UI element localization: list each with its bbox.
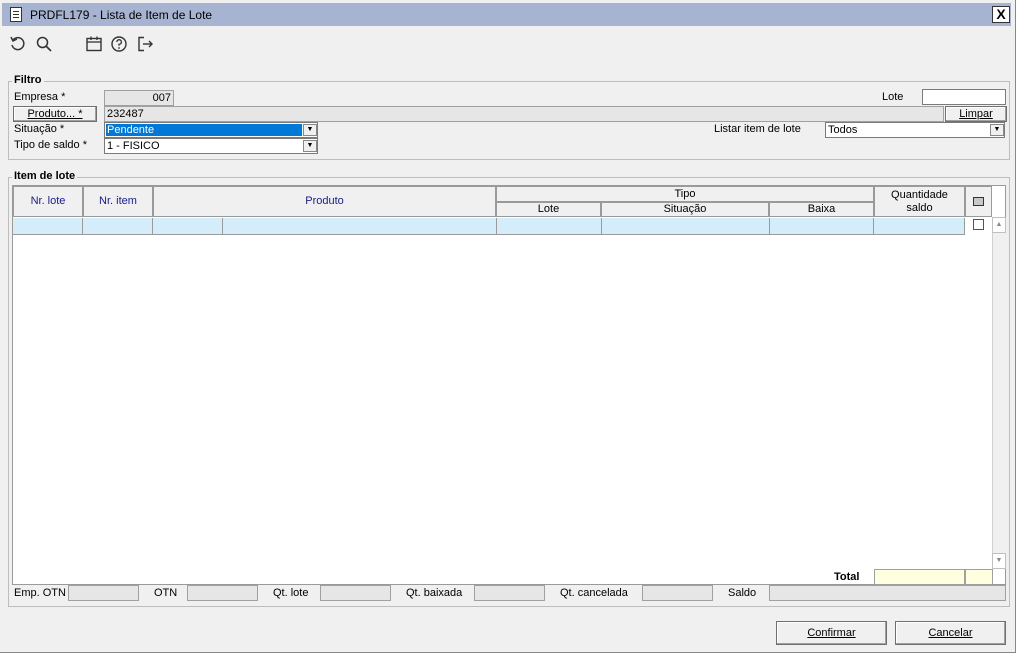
filtro-title: Filtro xyxy=(12,74,44,86)
col-produto[interactable]: Produto xyxy=(153,186,496,217)
col-nr-lote[interactable]: Nr. lote xyxy=(13,186,83,217)
search-icon[interactable] xyxy=(35,35,53,53)
cancelar-button[interactable]: Cancelar xyxy=(895,621,1006,645)
col-tipo: Tipo xyxy=(496,186,874,202)
empresa-label: Empresa * xyxy=(14,91,66,103)
items-table[interactable] xyxy=(12,185,1006,585)
listar-label: Listar item de lote xyxy=(714,123,801,135)
confirmar-label: Confirmar xyxy=(807,627,856,639)
col-nr-item[interactable]: Nr. item xyxy=(83,186,153,217)
col-baixa[interactable]: Baixa xyxy=(769,202,874,217)
lote-input[interactable] xyxy=(922,89,1006,105)
col-quantidade-saldo[interactable]: Quantidade saldo xyxy=(874,186,965,217)
lote-label: Lote xyxy=(882,91,904,103)
listar-value: Todos xyxy=(828,124,858,136)
qt-baixada-label: Qt. baixada xyxy=(406,587,463,599)
row-cell-lote[interactable] xyxy=(497,218,602,235)
row-cell-nr-item[interactable] xyxy=(83,218,153,235)
col-quantidade-line1: Quantidade xyxy=(891,189,948,201)
itens-title: Item de lote xyxy=(12,170,78,182)
row-cell-quantidade[interactable] xyxy=(874,218,965,235)
row-cell-baixa[interactable] xyxy=(770,218,874,235)
vertical-scrollbar[interactable] xyxy=(992,217,1006,569)
qt-cancelada-label: Qt. cancelada xyxy=(560,587,628,599)
select-all-header[interactable] xyxy=(965,186,992,217)
limpar-button-label: Limpar xyxy=(959,108,993,120)
exit-icon[interactable] xyxy=(136,35,154,53)
document-icon xyxy=(10,7,22,22)
row-cell-nr-lote[interactable] xyxy=(13,218,83,235)
row-checkbox[interactable] xyxy=(973,219,984,230)
cancelar-label: Cancelar xyxy=(928,627,973,639)
otn-label: OTN xyxy=(154,587,178,599)
emp-otn-field[interactable] xyxy=(68,585,139,601)
situacao-value: Pendente xyxy=(106,124,302,136)
limpar-button[interactable]: Limpar xyxy=(945,106,1007,122)
situacao-label: Situação * xyxy=(14,123,65,135)
produto-button[interactable]: Produto... * xyxy=(13,106,97,122)
total-label: Total xyxy=(834,571,860,583)
help-icon[interactable] xyxy=(110,35,128,53)
produto-button-label: Produto... * xyxy=(27,108,83,120)
scroll-down-icon[interactable]: ▼ xyxy=(992,553,1006,569)
tipo-saldo-value: 1 - FISICO xyxy=(107,140,160,152)
tipo-saldo-label: Tipo de saldo * xyxy=(14,139,87,151)
empresa-field[interactable]: 007 xyxy=(104,90,174,106)
qt-baixada-field[interactable] xyxy=(474,585,545,601)
row-cell-produto-desc[interactable] xyxy=(223,218,497,235)
qt-lote-label: Qt. lote xyxy=(273,587,309,599)
calendar-icon[interactable] xyxy=(85,35,103,53)
chevron-down-icon[interactable]: ▼ xyxy=(990,124,1004,136)
saldo-label: Saldo xyxy=(728,587,757,599)
row-cell-situacao[interactable] xyxy=(602,218,770,235)
select-all-icon[interactable] xyxy=(973,197,984,206)
refresh-icon[interactable] xyxy=(9,35,27,53)
chevron-down-icon[interactable]: ▼ xyxy=(303,140,317,152)
col-situacao[interactable]: Situação xyxy=(601,202,769,217)
emp-otn-label: Emp. OTN xyxy=(14,587,66,599)
col-lote[interactable]: Lote xyxy=(496,202,601,217)
qt-lote-field[interactable] xyxy=(320,585,391,601)
window-title: PRDFL179 - Lista de Item de Lote xyxy=(30,8,213,22)
col-quantidade-line2: saldo xyxy=(906,202,933,214)
tipo-saldo-select[interactable]: 1 - FISICO ▼ xyxy=(104,138,318,154)
chevron-down-icon[interactable]: ▼ xyxy=(303,124,317,136)
total-field xyxy=(874,569,965,585)
qt-cancelada-field[interactable] xyxy=(642,585,713,601)
situacao-select[interactable]: Pendente ▼ xyxy=(104,122,318,138)
total-extra-field xyxy=(965,569,993,585)
row-cell-produto-code[interactable] xyxy=(153,218,223,235)
saldo-field[interactable] xyxy=(769,585,1006,601)
otn-field[interactable] xyxy=(187,585,258,601)
listar-select[interactable]: Todos ▼ xyxy=(825,122,1005,138)
close-button[interactable]: X xyxy=(992,6,1010,23)
scroll-up-icon[interactable]: ▲ xyxy=(992,217,1006,233)
confirmar-button[interactable]: Confirmar xyxy=(776,621,887,645)
produto-field[interactable]: 232487 xyxy=(104,106,944,122)
